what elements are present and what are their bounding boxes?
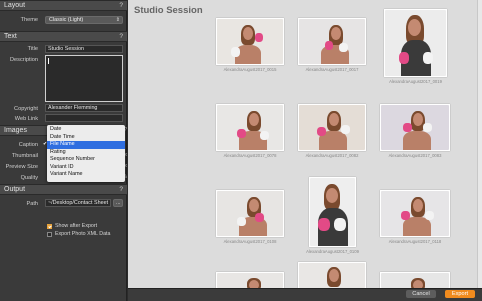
browse-button[interactable]: ... [113, 199, 123, 207]
photo-image [299, 19, 365, 64]
menu-item-sequence-number[interactable]: Sequence Number [47, 156, 125, 164]
contact-sheet-preview: Studio Session AlexandraAugust2017_0015 … [128, 0, 477, 288]
photo-thumbnail[interactable] [309, 177, 356, 247]
photo-thumbnail[interactable] [380, 104, 450, 151]
help-icon[interactable]: ? [119, 2, 123, 9]
text-section-header[interactable]: Text? [0, 31, 127, 42]
photo-thumbnail[interactable] [216, 190, 284, 237]
help-icon[interactable]: ? [119, 186, 123, 193]
theme-select[interactable]: Classic (Light) ⇕ [45, 16, 123, 24]
photo-image [385, 10, 446, 76]
title-label: Title [27, 46, 38, 52]
menu-item-rating[interactable]: Rating [47, 149, 125, 157]
export-xml-label: Export Photo XML Data [55, 231, 111, 237]
menu-item-date-time[interactable]: Date Time [47, 134, 125, 142]
menu-item-variant-id[interactable]: Variant ID [47, 164, 125, 172]
copyright-label: Copyright [14, 106, 38, 112]
menu-item-label: File Name [50, 141, 75, 147]
show-after-export-checkbox[interactable] [47, 224, 52, 229]
menu-item-file-name[interactable]: ✔ File Name [43, 141, 125, 149]
checkmark-icon: ✔ [43, 141, 48, 147]
sheet-title: Studio Session [134, 5, 203, 16]
path-label: Path [26, 201, 38, 207]
photo-image [310, 178, 355, 246]
photo-image [217, 105, 283, 150]
photo-image [217, 273, 283, 288]
photo-thumbnail[interactable] [298, 262, 366, 288]
photo-thumbnail[interactable] [298, 104, 366, 151]
menu-item-date[interactable]: Date [47, 126, 125, 134]
show-after-export-label: Show after Export [55, 223, 98, 229]
export-xml-checkbox[interactable] [47, 232, 52, 237]
photo-caption: AlexandraAugust2017_0078 [223, 153, 277, 158]
photo-thumbnail[interactable] [380, 272, 450, 288]
photo-caption: AlexandraAugust2017_0108 [223, 239, 277, 244]
photo-caption: AlexandraAugust2017_0017 [305, 67, 359, 72]
path-field[interactable]: ~/Desktop/Contact Sheet [45, 199, 111, 207]
photo-image [381, 191, 449, 236]
output-section-header[interactable]: Output? [0, 184, 127, 195]
images-section-header[interactable]: Images [0, 125, 47, 136]
photo-image [299, 263, 365, 288]
theme-select-value: Classic (Light) [49, 17, 84, 23]
preview-size-label: Preview Size [5, 164, 38, 170]
output-section-title: Output [4, 186, 26, 193]
photo-image [217, 191, 283, 236]
export-button[interactable]: Export [445, 290, 475, 298]
quality-label: Quality [20, 175, 38, 181]
copyright-field[interactable]: Alexander Flemming [45, 104, 123, 112]
photo-caption: AlexandraAugust2017_0118 [388, 239, 442, 244]
cancel-button[interactable]: Cancel [406, 290, 436, 298]
photo-thumbnail[interactable] [216, 18, 284, 65]
photo-image [299, 105, 365, 150]
vertical-scrollbar[interactable] [477, 0, 482, 288]
description-textarea[interactable] [45, 55, 123, 102]
images-section-title: Images [4, 127, 27, 134]
layout-section-title: Layout [4, 2, 26, 9]
photo-caption: AlexandraAugust2017_0082 [305, 153, 359, 158]
weblink-field[interactable] [45, 114, 123, 122]
thumbnail-label: Thumbnail [11, 153, 38, 159]
photo-thumbnail[interactable] [216, 104, 284, 151]
photo-caption: AlexandraAugust2017_0109 [306, 249, 359, 254]
theme-label: Theme [20, 17, 38, 23]
photo-thumbnail[interactable] [380, 190, 450, 237]
photo-thumbnail[interactable] [216, 272, 284, 288]
photo-image [217, 19, 283, 64]
weblink-label: Web Link [14, 116, 38, 122]
description-label: Description [10, 57, 38, 63]
chevron-updown-icon: ⇕ [115, 17, 120, 23]
photo-caption: AlexandraAugust2017_0015 [223, 67, 277, 72]
settings-panel: Layout? Theme Classic (Light) ⇕ Text? Tit… [0, 0, 127, 301]
caption-dropdown-menu: Date Date Time ✔ File Name Rating Sequenc… [43, 125, 125, 182]
caption-label: Caption [18, 142, 38, 148]
title-field[interactable]: Studio Session [45, 45, 123, 53]
photo-image [381, 273, 449, 288]
photo-thumbnail[interactable] [384, 9, 447, 77]
layout-section-header[interactable]: Layout? [0, 0, 127, 11]
photo-caption: AlexandraAugust2017_0019 [389, 79, 442, 84]
menu-item-variant-name[interactable]: Variant Name [47, 171, 125, 179]
photo-image [381, 105, 449, 150]
text-caret [48, 58, 49, 64]
help-icon[interactable]: ? [119, 33, 123, 40]
photo-thumbnail[interactable] [298, 18, 366, 65]
photo-caption: AlexandraAugust2017_0083 [388, 153, 442, 158]
text-section-title: Text [4, 33, 17, 40]
